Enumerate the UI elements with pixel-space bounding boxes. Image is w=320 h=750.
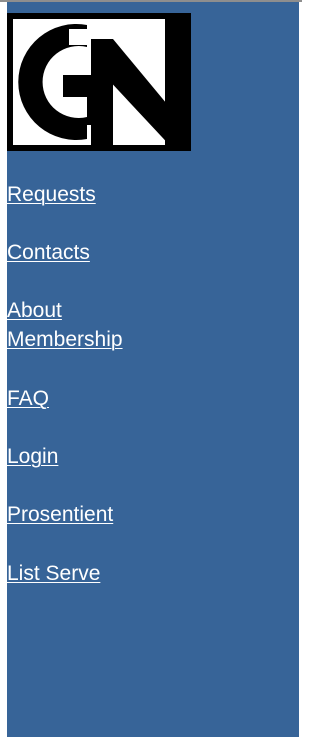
gn-logo-icon (7, 13, 191, 151)
nav-item-about-membership: About Membership (7, 296, 123, 354)
page-frame: Requests Contacts About Membership FAQ L… (0, 0, 302, 750)
contacts-link[interactable]: Contacts (7, 238, 90, 267)
prosentient-link[interactable]: Prosentient (7, 500, 113, 529)
about-link-line2[interactable]: Membership (7, 325, 123, 354)
nav-item-prosentient: Prosentient (7, 500, 113, 529)
about-link-line1[interactable]: About (7, 296, 123, 325)
requests-link[interactable]: Requests (7, 180, 96, 209)
nav-item-contacts: Contacts (7, 238, 90, 267)
nav-item-faq: FAQ (7, 384, 49, 413)
gn-logo[interactable] (7, 13, 191, 151)
login-link[interactable]: Login (7, 442, 58, 471)
nav-item-requests: Requests (7, 180, 96, 209)
nav-item-list-serve: List Serve (7, 559, 100, 588)
faq-link[interactable]: FAQ (7, 384, 49, 413)
nav-item-login: Login (7, 442, 58, 471)
list-serve-link[interactable]: List Serve (7, 559, 100, 588)
sidebar: Requests Contacts About Membership FAQ L… (7, 2, 299, 737)
